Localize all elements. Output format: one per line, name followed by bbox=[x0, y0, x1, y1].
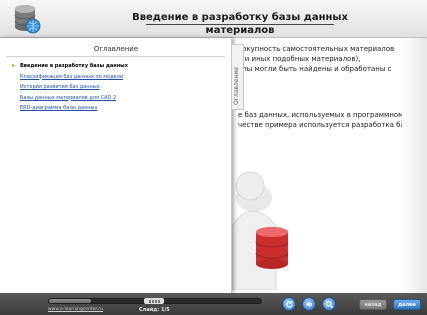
outline-item-history[interactable]: История развития баз данных bbox=[14, 82, 128, 93]
course-header: Введение в разработку базы данных матери… bbox=[0, 0, 427, 38]
back-button[interactable]: назад bbox=[359, 299, 387, 310]
outline-toggle-tab[interactable]: Оглавление bbox=[232, 44, 244, 110]
slide-counter: Слайд: 1/5 bbox=[139, 307, 170, 313]
zoom-button[interactable] bbox=[322, 297, 336, 311]
progress-fill bbox=[49, 299, 92, 303]
slide-text-line: вокупность самостоятельных материалов bbox=[238, 45, 395, 53]
refresh-button[interactable] bbox=[282, 297, 296, 311]
refresh-icon bbox=[285, 300, 293, 308]
slide-text-line: честве примера используется разработка б… bbox=[238, 121, 414, 129]
volume-icon bbox=[305, 301, 312, 307]
slide-text-line: алы могли быть найдены и обработаны с bbox=[238, 65, 392, 73]
outline-item-cad-databases[interactable]: Базы данных материалов для CAD 2 bbox=[14, 93, 128, 104]
site-link[interactable]: www.e-learningcenter.ru bbox=[48, 307, 103, 312]
outline-tab-label: Оглавление bbox=[233, 67, 240, 105]
outline-divider bbox=[6, 56, 225, 57]
database-globe-icon bbox=[12, 3, 42, 35]
outline-list: Введение в разработку базы данных Класси… bbox=[12, 61, 128, 114]
player-footer: www.e-learningcenter.ru Слайд: 1/5 назад… bbox=[0, 293, 427, 315]
outline-item-classification[interactable]: Классификация баз данных по модели bbox=[14, 72, 128, 83]
slide-paragraph-1: вокупность самостоятельных материалов й … bbox=[238, 44, 395, 84]
next-button[interactable]: далее bbox=[393, 299, 421, 310]
outline-item-erd-diagram[interactable]: ERD-диаграмма базы данных bbox=[14, 103, 128, 114]
outline-title: Оглавление bbox=[93, 45, 139, 53]
slide-text-line: е баз данных, используемых в программном bbox=[238, 111, 404, 119]
database-person-icon bbox=[231, 166, 292, 291]
slide-edge-shade bbox=[402, 38, 427, 293]
outline-item-introduction[interactable]: Введение в разработку базы данных bbox=[12, 61, 128, 72]
slide-paragraph-2: е баз данных, используемых в программном… bbox=[238, 110, 414, 130]
zoom-icon bbox=[325, 300, 333, 308]
outline-panel: Оглавление Введение в разработку базы да… bbox=[0, 38, 244, 293]
slide-text-line: й и иных подобных материалов), bbox=[238, 55, 361, 63]
volume-button[interactable] bbox=[302, 297, 316, 311]
slide-text-line: с bbox=[238, 74, 388, 84]
slide-progress-bar[interactable] bbox=[48, 298, 262, 304]
progress-thumb[interactable] bbox=[144, 298, 164, 304]
course-title: Введение в разработку базы данных матери… bbox=[120, 11, 360, 37]
